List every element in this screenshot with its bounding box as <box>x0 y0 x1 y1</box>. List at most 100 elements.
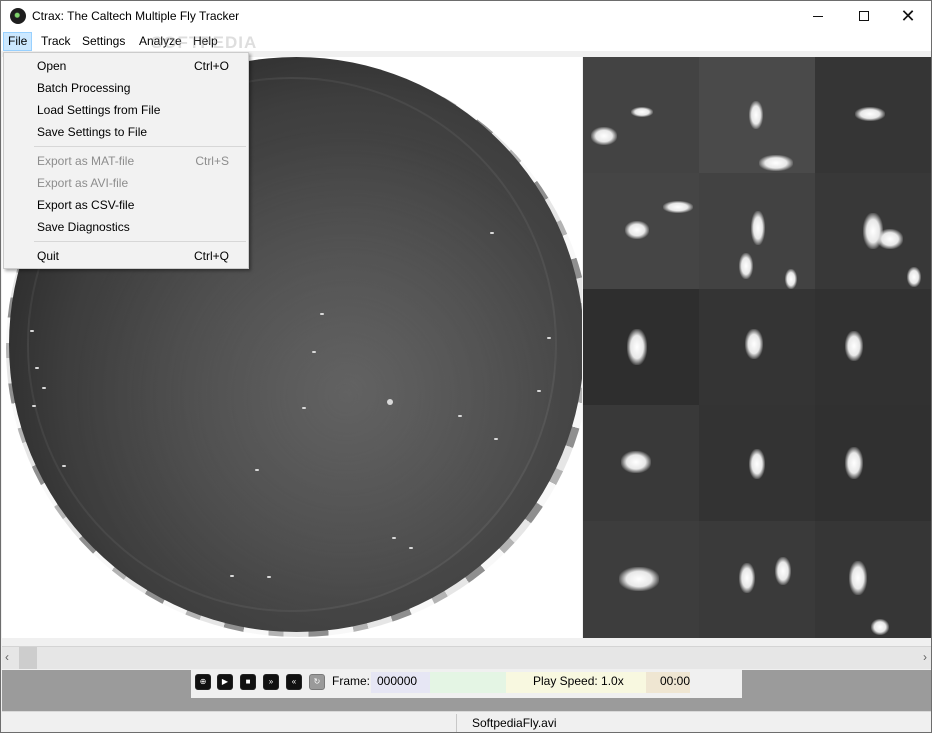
frame-label: Frame: <box>332 674 371 688</box>
fly-tile[interactable] <box>815 405 931 521</box>
fly-blob <box>739 253 753 279</box>
menu-item-quit[interactable]: Quit Ctrl+Q <box>4 245 248 267</box>
menu-item-label: Save Diagnostics <box>37 220 130 234</box>
menu-item-label: Quit <box>37 249 60 263</box>
title-bar[interactable]: Ctrax: The Caltech Multiple Fly Tracker … <box>1 1 931 31</box>
status-bar: SoftpediaFly.avi <box>2 711 931 732</box>
fly-marker <box>32 405 36 407</box>
menu-file[interactable]: File <box>3 32 33 51</box>
fly-blob <box>745 329 763 359</box>
fly-marker <box>387 399 393 405</box>
fly-marker <box>320 313 324 315</box>
window-title: Ctrax: The Caltech Multiple Fly Tracker <box>32 9 240 23</box>
fly-tile[interactable] <box>699 289 815 405</box>
play-button[interactable]: ▶ <box>217 674 233 690</box>
menu-item-label: Save Settings to File <box>37 125 148 139</box>
fly-blob <box>877 229 903 249</box>
zoom-button[interactable]: ⊕ <box>195 674 211 690</box>
file-menu-dropdown: Open Ctrl+O Batch Processing Load Settin… <box>3 52 249 269</box>
menu-item-label: Load Settings from File <box>37 103 161 117</box>
fly-marker <box>267 576 271 578</box>
status-filename: SoftpediaFly.avi <box>472 716 557 730</box>
menu-bar: File Track Settings Analyze Help <box>1 31 931 51</box>
fly-blob <box>855 107 885 121</box>
menu-item-batch-processing[interactable]: Batch Processing <box>4 77 248 99</box>
menu-item-label: Export as MAT-file <box>37 154 135 168</box>
fast-forward-button[interactable]: » <box>263 674 279 690</box>
status-indicator <box>430 672 506 693</box>
fly-blob <box>759 155 793 171</box>
fly-tile[interactable] <box>815 173 931 289</box>
fly-tile[interactable] <box>815 57 931 173</box>
fly-marker <box>537 390 541 392</box>
close-button[interactable]: ✕ <box>885 1 931 31</box>
fly-tile[interactable] <box>583 173 699 289</box>
menu-item-open[interactable]: Open Ctrl+O <box>4 55 248 77</box>
menu-separator <box>34 241 246 242</box>
menu-item-load-settings[interactable]: Load Settings from File <box>4 99 248 121</box>
maximize-button[interactable] <box>841 1 887 31</box>
fly-marker <box>302 407 306 409</box>
menu-settings[interactable]: Settings <box>77 32 130 51</box>
fly-tile[interactable] <box>583 405 699 521</box>
fly-blob <box>619 567 659 591</box>
minimize-button[interactable] <box>795 1 841 31</box>
frame-scrollbar[interactable]: ‹ › <box>2 646 931 669</box>
fly-tile[interactable] <box>699 57 815 173</box>
fly-tile[interactable] <box>583 57 699 173</box>
fly-blob <box>845 331 863 361</box>
fly-marker <box>312 351 316 353</box>
fly-marker <box>409 547 413 549</box>
fly-blob <box>625 221 649 239</box>
menu-item-shortcut: Ctrl+S <box>195 154 229 168</box>
refresh-button[interactable]: ↻ <box>309 674 325 690</box>
stop-button[interactable]: ■ <box>240 674 256 690</box>
menu-item-shortcut: Ctrl+Q <box>193 249 229 263</box>
fly-marker <box>35 367 39 369</box>
fly-marker <box>392 537 396 539</box>
menu-item-export-mat: Export as MAT-file Ctrl+S <box>4 150 248 172</box>
menu-item-save-settings[interactable]: Save Settings to File <box>4 121 248 143</box>
refresh-icon: ↻ <box>313 677 321 686</box>
frame-value: 000000 <box>377 674 418 688</box>
fast-forward-icon: » <box>268 677 274 686</box>
fly-tile[interactable] <box>699 173 815 289</box>
fly-blob <box>775 557 791 585</box>
scrollbar-thumb[interactable] <box>19 647 37 669</box>
fly-marker <box>458 415 462 417</box>
fly-marker <box>230 575 234 577</box>
menu-item-save-diagnostics[interactable]: Save Diagnostics <box>4 216 248 238</box>
fly-blob <box>907 267 921 287</box>
fly-marker <box>30 330 34 332</box>
fly-blob <box>785 269 797 289</box>
menu-item-label: Batch Processing <box>37 81 131 95</box>
menu-item-export-csv[interactable]: Export as CSV-file <box>4 194 248 216</box>
fly-marker <box>494 438 498 440</box>
menu-track[interactable]: Track <box>36 32 76 51</box>
status-separator <box>456 714 457 732</box>
fly-blob <box>751 211 765 245</box>
minimize-icon <box>813 15 823 17</box>
fly-tile[interactable] <box>815 289 931 405</box>
rewind-icon: « <box>291 677 297 686</box>
fly-tile[interactable] <box>583 289 699 405</box>
fly-blob <box>627 329 647 365</box>
close-icon: ✕ <box>900 5 916 26</box>
fly-tile[interactable] <box>583 521 699 638</box>
time-value: 00:00 <box>660 674 691 688</box>
playback-controls: ⊕ ▶ ■ » « ↻ Frame: 000000 Play Speed: 1.… <box>191 670 742 698</box>
rewind-button[interactable]: « <box>286 674 302 690</box>
chevron-left-icon[interactable]: ‹ <box>5 650 9 664</box>
fly-tile[interactable] <box>699 521 815 638</box>
fly-blob <box>845 447 863 479</box>
playback-bar: ⊕ ▶ ■ » « ↻ Frame: 000000 Play Speed: 1.… <box>2 670 931 711</box>
menu-item-label: Export as AVI-file <box>37 176 129 190</box>
menu-item-shortcut: Ctrl+O <box>193 59 229 73</box>
fly-blob <box>739 563 755 593</box>
chevron-right-icon[interactable]: › <box>923 650 927 664</box>
fly-tile[interactable] <box>815 521 931 638</box>
play-icon: ▶ <box>221 677 229 686</box>
fly-marker <box>547 337 551 339</box>
fly-tile[interactable] <box>699 405 815 521</box>
fly-zoom-panel[interactable] <box>583 57 931 638</box>
